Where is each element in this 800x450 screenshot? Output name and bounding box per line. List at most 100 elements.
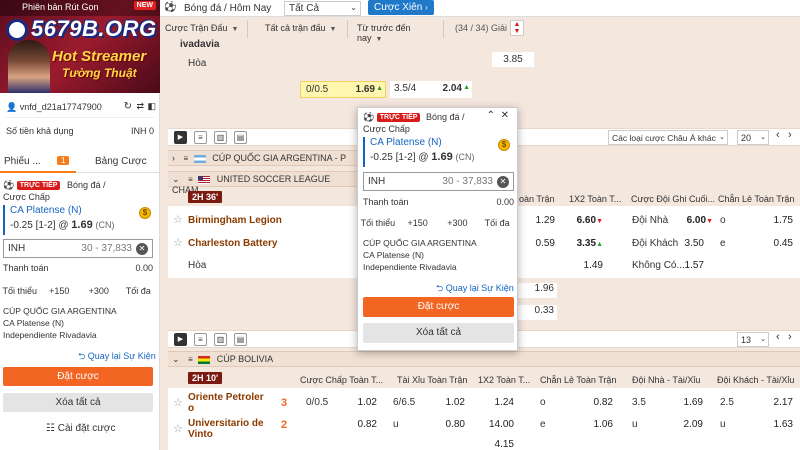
- max-stake-button[interactable]: Tối đa: [119, 282, 159, 300]
- collapse-icon[interactable]: ◧: [147, 101, 156, 112]
- popup-stake-input[interactable]: INH 30 - 37,833 ✕: [363, 172, 514, 191]
- back-to-event-link[interactable]: ⮌ Quay lại Sự Kiện: [78, 349, 156, 365]
- match0-ou-cell[interactable]: 3.5/4 2.04 ▲: [390, 81, 472, 98]
- odds-cell[interactable]: 0.45: [755, 238, 793, 249]
- per-page-dropdown[interactable]: 13 ⌄: [737, 332, 769, 347]
- odds-cell[interactable]: 1.57: [672, 260, 704, 271]
- odds-cell[interactable]: 6.00▼: [678, 215, 713, 226]
- sort-icon[interactable]: ▲ ▼: [510, 20, 524, 36]
- popup-market: Cược Chấp: [363, 124, 410, 134]
- tab-bet-slip[interactable]: Phiếu ...: [4, 156, 41, 167]
- match0-handicap-cell[interactable]: 0/0.5 1.69 ▲: [300, 81, 386, 98]
- back-arrow-icon: ⮌: [436, 283, 444, 293]
- place-bet-button[interactable]: Đặt cược: [363, 297, 514, 317]
- clear-all-button[interactable]: Xóa tất cả: [363, 323, 514, 343]
- back-to-event-link[interactable]: ⮌ Quay lại Sự Kiện: [436, 281, 514, 297]
- list-view-icon[interactable]: ≡: [194, 131, 207, 144]
- odds-cell[interactable]: 14.00: [478, 419, 514, 430]
- league-row-bolivia[interactable]: ⌄ ≡ CÚP BOLIVIA: [168, 351, 800, 367]
- plus300-button[interactable]: +300: [438, 214, 478, 232]
- odds-cell[interactable]: 1.49: [570, 260, 603, 271]
- clear-stake-icon[interactable]: ✕: [497, 176, 509, 188]
- odds-type-dropdown[interactable]: Các loại cược Châu Á khác ⌄: [608, 130, 728, 145]
- clear-all-button[interactable]: Xóa tất cả: [3, 393, 153, 412]
- chart-icon[interactable]: ▤: [234, 333, 247, 346]
- odds-cell[interactable]: 1.02: [430, 397, 465, 408]
- popup-team1: CA Platense (N): [363, 250, 424, 260]
- favorite-star-icon[interactable]: ☆: [173, 213, 183, 226]
- match0-draw-odds[interactable]: 3.85: [492, 52, 534, 67]
- popup-league: CÚP QUỐC GIA ARGENTINA: [363, 238, 477, 248]
- time-filter-dropdown[interactable]: Từ trước đến nay ▼: [352, 20, 444, 43]
- coin-icon[interactable]: $: [498, 139, 510, 151]
- odds-cell[interactable]: 1.63: [755, 419, 793, 430]
- close-icon[interactable]: ✕: [501, 110, 509, 121]
- odds-cell[interactable]: 0.59: [520, 238, 555, 249]
- play-icon[interactable]: ▶: [174, 131, 187, 144]
- odds-cell[interactable]: 1.69: [670, 397, 703, 408]
- transfer-icon[interactable]: ⇄: [136, 101, 144, 112]
- live-badge: TRỰC TIẾP: [16, 181, 61, 191]
- next-page-icon[interactable]: ›: [788, 129, 792, 141]
- per-page-dropdown[interactable]: 20 ⌄: [737, 130, 769, 145]
- slip-sport: Bóng đá /: [66, 180, 106, 190]
- collapse-icon[interactable]: ⌃: [487, 110, 495, 121]
- chevron-down-icon: ⌄: [719, 134, 725, 141]
- favorite-star-icon[interactable]: ☆: [173, 236, 183, 249]
- place-bet-button[interactable]: Đặt cược: [3, 367, 153, 386]
- plus150-button[interactable]: +150: [398, 214, 438, 232]
- banner-subheadline: Tường Thuật: [62, 66, 137, 80]
- odds-cell[interactable]: 0.82: [580, 397, 613, 408]
- plus300-button[interactable]: +300: [79, 282, 119, 300]
- odds-cell[interactable]: 1.75: [755, 215, 793, 226]
- stake-input[interactable]: INH 30 - 37,833 ✕: [3, 239, 153, 258]
- odds-cell[interactable]: 6.60▼: [570, 215, 603, 226]
- match2-away: Universitario de Vinto: [188, 418, 264, 440]
- sidebar-tabs: Phiếu ... 1 Bảng Cược: [0, 151, 160, 173]
- plus150-button[interactable]: +150: [40, 282, 80, 300]
- usa-flag-icon: [198, 175, 211, 184]
- chart-icon[interactable]: ▤: [234, 131, 247, 144]
- odds-cell[interactable]: 0.82: [345, 419, 377, 430]
- refresh-icon[interactable]: ↻: [124, 101, 132, 112]
- league-name: CÚP QUỐC GIA ARGENTINA - P: [212, 153, 347, 163]
- new-badge: NEW: [133, 1, 156, 10]
- odds-cell[interactable]: 1.29: [520, 215, 555, 226]
- bet-settings-link[interactable]: ☷ Cài đặt cược: [46, 423, 115, 434]
- league-row-usl[interactable]: ⌄ ≡ UNITED SOCCER LEAGUE CHAM: [168, 171, 358, 195]
- odds-cell[interactable]: 3.35▲: [570, 238, 603, 249]
- odds-cell[interactable]: 1.06: [580, 419, 613, 430]
- min-stake-button[interactable]: Tối thiểu: [0, 282, 40, 300]
- play-icon[interactable]: ▶: [174, 333, 187, 346]
- list-view-icon[interactable]: ≡: [194, 333, 207, 346]
- match-filter-dropdown[interactable]: Tất cả trận đấu ▼: [260, 20, 348, 38]
- stats-icon[interactable]: ▥: [214, 333, 227, 346]
- favorite-star-icon[interactable]: ☆: [173, 422, 183, 435]
- league-count[interactable]: (34 / 34) Giải: [455, 23, 507, 33]
- stats-icon[interactable]: ▥: [214, 131, 227, 144]
- promo-banner[interactable]: Phiên bản Rút Gọn NEW Hot Streamer Tường…: [0, 0, 160, 93]
- favorite-star-icon[interactable]: ☆: [173, 396, 183, 409]
- min-stake-button[interactable]: Tối thiểu: [358, 214, 398, 232]
- odds-cell[interactable]: 2.17: [755, 397, 793, 408]
- prev-page-icon[interactable]: ‹: [776, 129, 780, 141]
- odds-cell[interactable]: 4.15: [478, 439, 514, 450]
- odds-cell[interactable]: 1.24: [478, 397, 514, 408]
- all-filter-dropdown[interactable]: Tất Cả ⌄: [284, 1, 361, 16]
- odds-cell[interactable]: 2.09: [670, 419, 703, 430]
- odds-cell[interactable]: 3.50: [672, 238, 704, 249]
- slip-selection: CA Platense (N) -0.25 [1-2] @ 1.69 (CN) …: [3, 205, 155, 235]
- coin-icon[interactable]: $: [139, 207, 151, 219]
- max-stake-button[interactable]: Tối đa: [477, 214, 517, 232]
- tab-bet-board[interactable]: Bảng Cược: [95, 156, 147, 167]
- odds-cell[interactable]: 0.80: [430, 419, 465, 430]
- sport-breadcrumb[interactable]: Bóng đá / Hôm Nay: [184, 3, 271, 14]
- parlay-button[interactable]: Cược Xiên ›: [368, 0, 434, 15]
- odds-cell[interactable]: 1.02: [345, 397, 377, 408]
- prev-page-icon[interactable]: ‹: [776, 331, 780, 343]
- league-row-argentina[interactable]: › ≡ CÚP QUỐC GIA ARGENTINA - P: [168, 150, 358, 166]
- clear-stake-icon[interactable]: ✕: [136, 243, 148, 255]
- payout-value: 0.00: [135, 263, 153, 273]
- market-filter-dropdown[interactable]: Cược Trận Đấu ▼: [160, 20, 248, 38]
- next-page-icon[interactable]: ›: [788, 331, 792, 343]
